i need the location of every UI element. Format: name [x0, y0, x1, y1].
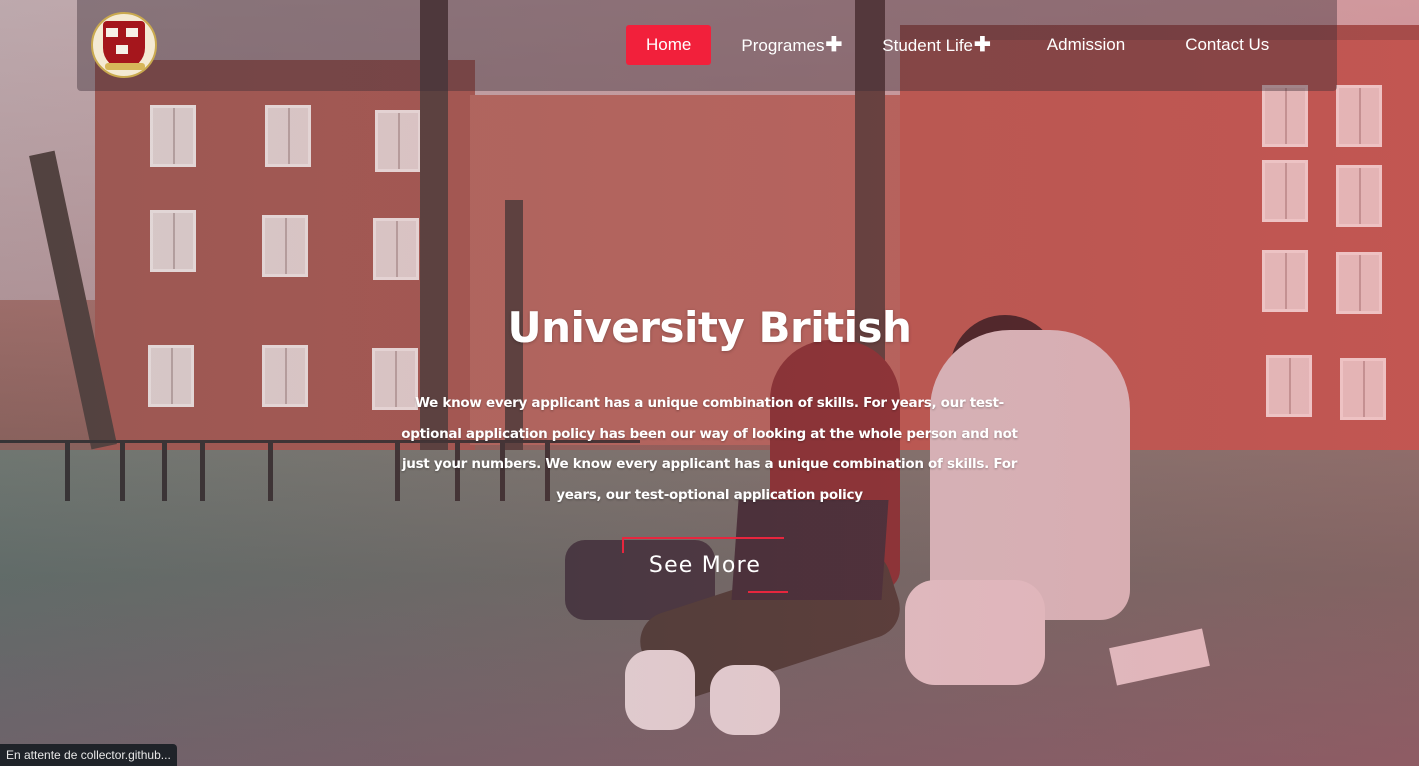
hero-description: We know every applicant has a unique com…	[401, 395, 1018, 503]
hero-content: University British We know every applica…	[0, 298, 1419, 510]
nav-item-home[interactable]: Home	[626, 25, 712, 65]
see-more-button[interactable]: See More	[622, 537, 788, 593]
navbar: Home Programes✚ Student Life✚ Admission …	[77, 0, 1337, 91]
button-border-top	[622, 537, 784, 539]
browser-status-bar: En attente de collector.github...	[0, 744, 177, 766]
nav-item-label: Student Life	[882, 36, 974, 55]
nav-item-label: Admission	[1046, 35, 1126, 54]
shield-icon	[103, 21, 145, 69]
nav-item-contact-us[interactable]: Contact Us	[1165, 25, 1289, 65]
hero-title: University British	[507, 303, 912, 352]
university-logo[interactable]	[91, 12, 157, 78]
nav-item-admission[interactable]: Admission	[1027, 25, 1145, 65]
nav-item-label: Programes	[741, 36, 825, 55]
logo-ribbon	[105, 63, 145, 70]
nav-item-student-life[interactable]: Student Life✚	[862, 25, 1011, 65]
see-more-label: See More	[648, 552, 762, 578]
button-border-bottom	[748, 591, 788, 593]
main-menu: Home Programes✚ Student Life✚ Admission …	[626, 25, 1289, 65]
plus-icon: ✚	[974, 34, 991, 56]
nav-item-label: Home	[646, 35, 692, 54]
nav-item-label: Contact Us	[1185, 35, 1270, 54]
plus-icon: ✚	[825, 34, 843, 56]
button-border-left	[622, 537, 624, 553]
nav-item-programes[interactable]: Programes✚	[721, 25, 862, 65]
